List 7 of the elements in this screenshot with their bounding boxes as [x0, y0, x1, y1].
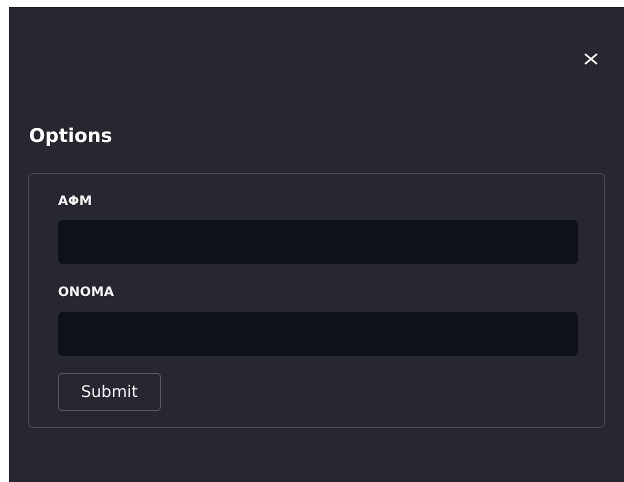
input-field[interactable] [58, 312, 578, 356]
options-title: Options [29, 125, 114, 148]
field-label: ΟΝΟΜΑ [58, 285, 115, 301]
close-icon [584, 53, 598, 65]
field-label: ΑΦΜ [58, 194, 94, 210]
submit-button[interactable]: Submit [58, 372, 161, 411]
input-field[interactable] [58, 220, 578, 264]
